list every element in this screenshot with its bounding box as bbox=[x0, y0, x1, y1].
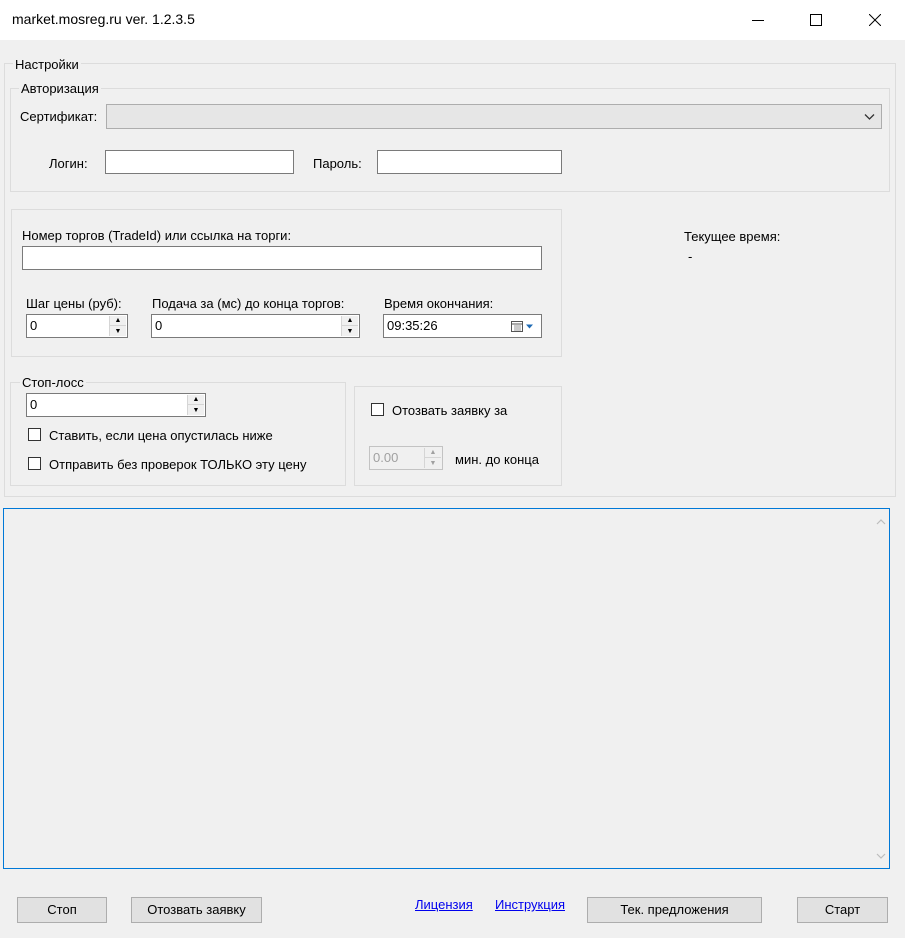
submit-before-label: Подача за (мс) до конца торгов: bbox=[152, 296, 345, 311]
submit-before-value: 0 bbox=[155, 318, 163, 333]
submit-before-stepper[interactable]: 0 ▲ ▼ bbox=[151, 314, 360, 338]
stop-loss-stepper[interactable]: 0 ▲ ▼ bbox=[26, 393, 206, 417]
login-input[interactable] bbox=[105, 150, 294, 174]
stepper-up-icon[interactable]: ▲ bbox=[342, 316, 358, 326]
license-link[interactable]: Лицензия bbox=[415, 897, 473, 912]
maximize-icon bbox=[810, 14, 822, 26]
withdraw-minutes-value: 0.00 bbox=[373, 450, 399, 465]
stepper-arrows: ▲ ▼ bbox=[109, 316, 126, 336]
stepper-arrows: ▲ ▼ bbox=[424, 448, 441, 468]
calendar-dropdown-icon[interactable] bbox=[510, 320, 536, 333]
price-step-stepper[interactable]: 0 ▲ ▼ bbox=[26, 314, 128, 338]
stop-loss-legend: Стоп-лосс bbox=[20, 375, 86, 390]
instruction-link[interactable]: Инструкция bbox=[495, 897, 565, 912]
stepper-up-icon[interactable]: ▲ bbox=[110, 316, 126, 326]
auth-legend: Авторизация bbox=[19, 81, 101, 96]
close-button[interactable] bbox=[846, 0, 904, 40]
certificate-select[interactable] bbox=[106, 104, 882, 129]
stop-button[interactable]: Стоп bbox=[17, 897, 107, 923]
end-time-picker[interactable]: 09:35:26 bbox=[383, 314, 542, 338]
withdraw-checkbox[interactable] bbox=[371, 403, 384, 416]
log-scrollbar[interactable] bbox=[872, 509, 889, 868]
stepper-up-icon[interactable]: ▲ bbox=[188, 395, 204, 405]
scroll-up-icon[interactable] bbox=[872, 513, 889, 530]
stepper-down-icon[interactable]: ▼ bbox=[188, 405, 204, 415]
log-area[interactable] bbox=[3, 508, 890, 869]
current-offers-button[interactable]: Тек. предложения bbox=[587, 897, 762, 923]
stepper-down-icon[interactable]: ▼ bbox=[342, 326, 358, 336]
scroll-down-icon[interactable] bbox=[872, 847, 889, 864]
certificate-label: Сертификат: bbox=[20, 109, 98, 124]
current-time-label: Текущее время: bbox=[684, 229, 781, 244]
withdraw-checkbox-label[interactable]: Отозвать заявку за bbox=[392, 403, 507, 418]
trade-id-label: Номер торгов (TradeId) или ссылка на тор… bbox=[22, 228, 292, 243]
trade-id-input[interactable] bbox=[22, 246, 542, 270]
login-label: Логин: bbox=[49, 156, 88, 171]
stepper-down-icon[interactable]: ▼ bbox=[425, 458, 441, 468]
current-time-value: - bbox=[688, 249, 693, 264]
withdraw-minutes-stepper[interactable]: 0.00 ▲ ▼ bbox=[369, 446, 443, 470]
price-step-value: 0 bbox=[30, 318, 38, 333]
price-step-label: Шаг цены (руб): bbox=[26, 296, 122, 311]
place-if-lower-label[interactable]: Ставить, если цена опустилась ниже bbox=[49, 428, 273, 443]
minimize-icon bbox=[752, 20, 764, 21]
stepper-up-icon[interactable]: ▲ bbox=[425, 448, 441, 458]
place-if-lower-checkbox[interactable] bbox=[28, 428, 41, 441]
end-time-label: Время окончания: bbox=[384, 296, 494, 311]
password-input[interactable] bbox=[377, 150, 562, 174]
withdraw-group bbox=[354, 386, 562, 486]
close-icon bbox=[869, 14, 881, 26]
stop-loss-value: 0 bbox=[30, 397, 38, 412]
end-time-value: 09:35:26 bbox=[387, 318, 438, 333]
stepper-down-icon[interactable]: ▼ bbox=[110, 326, 126, 336]
withdraw-minutes-suffix: мин. до конца bbox=[455, 452, 539, 467]
start-button[interactable]: Старт bbox=[797, 897, 888, 923]
window-title: market.mosreg.ru ver. 1.2.3.5 bbox=[12, 11, 195, 27]
stepper-arrows: ▲ ▼ bbox=[187, 395, 204, 415]
send-without-checks-checkbox[interactable] bbox=[28, 457, 41, 470]
title-bar: market.mosreg.ru ver. 1.2.3.5 bbox=[0, 0, 905, 40]
maximize-button[interactable] bbox=[787, 0, 845, 40]
stepper-arrows: ▲ ▼ bbox=[341, 316, 358, 336]
chevron-down-icon bbox=[864, 114, 875, 120]
minimize-button[interactable] bbox=[729, 0, 787, 40]
settings-legend: Настройки bbox=[13, 57, 81, 72]
send-without-checks-label[interactable]: Отправить без проверок ТОЛЬКО эту цену bbox=[49, 457, 306, 472]
withdraw-bid-button[interactable]: Отозвать заявку bbox=[131, 897, 262, 923]
password-label: Пароль: bbox=[313, 156, 362, 171]
